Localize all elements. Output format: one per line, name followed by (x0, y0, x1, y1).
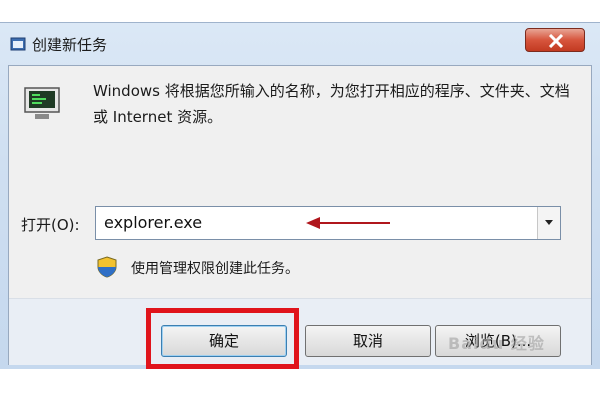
close-button[interactable] (525, 28, 585, 52)
title-bar: 创建新任务 (0, 23, 600, 61)
task-window-icon (10, 37, 26, 51)
dialog-title: 创建新任务 (32, 36, 108, 54)
admin-privilege-note: 使用管理权限创建此任务。 (131, 261, 299, 277)
dialog-body: Windows 将根据您所输入的名称，为您打开相应的程序、文件夹、文档或 Int… (8, 65, 592, 365)
shield-icon (97, 256, 117, 278)
open-input-value[interactable]: explorer.exe (104, 213, 202, 232)
watermark: Baidu 经验 (448, 334, 545, 353)
cancel-button[interactable]: 取消 (305, 325, 431, 357)
chevron-down-icon (545, 220, 553, 225)
run-program-icon (24, 87, 60, 119)
create-task-dialog: 创建新任务 Windows 将根据您所输入的名称，为您打开相应的程序、文件夹、文… (0, 22, 600, 369)
close-icon (548, 34, 564, 48)
dialog-description: Windows 将根据您所输入的名称，为您打开相应的程序、文件夹、文档或 Int… (93, 82, 570, 126)
open-combobox[interactable]: explorer.exe (95, 206, 561, 240)
ok-button-highlight-box (146, 308, 299, 369)
dropdown-button[interactable] (537, 207, 560, 239)
annotation-arrow-icon (306, 217, 390, 229)
open-label: 打开(O): (21, 216, 80, 234)
